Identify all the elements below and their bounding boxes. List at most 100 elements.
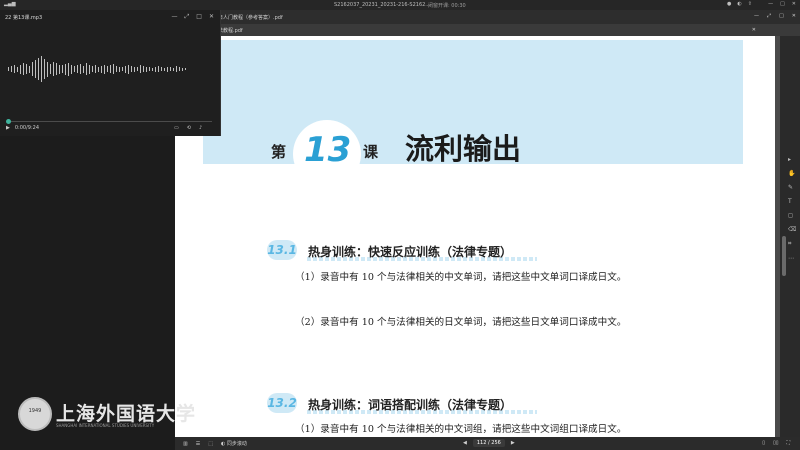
waveform-bar: [125, 65, 126, 73]
pdf-window-title: 日人门教程（参考答案）.pdf: [218, 15, 283, 21]
prev-page-icon[interactable]: ◀: [463, 440, 467, 446]
fit-page-icon[interactable]: ⬚: [208, 441, 213, 447]
double-page-icon[interactable]: ▯▯: [773, 440, 779, 446]
pdf-minimize-button[interactable]: —: [754, 13, 759, 19]
document-viewport[interactable]: 第 13 课 流利输出 13.1 热身训练：快速反应训练（法律专题） （1）录音…: [175, 36, 780, 437]
highlight-tool-icon[interactable]: ✎: [788, 184, 796, 191]
audio-player-window: 22 第13课.mp3 — ⤢ □ ✕ ▶ 0:00/9:24 ▭ ⟲ ♪: [0, 10, 221, 136]
section-number: 13.2: [267, 396, 297, 410]
crop-tool-icon[interactable]: ⌗: [788, 240, 796, 248]
sync-scroll-toggle[interactable]: ◐ 同步滚动: [221, 440, 247, 447]
waveform-bar: [59, 64, 60, 74]
player-minimize-button[interactable]: —: [171, 13, 177, 21]
single-page-icon[interactable]: ▯: [762, 440, 765, 446]
subtitle-icon[interactable]: ▭: [174, 125, 179, 131]
minimize-button[interactable]: —: [768, 1, 773, 7]
more-tools-icon[interactable]: ⋯: [788, 255, 796, 262]
pdf-status-bar: ▥ ☰ ⬚ ◐ 同步滚动 ◀ 112 / 256 ▶ ▯ ▯▯ ⛶: [175, 437, 800, 450]
close-button[interactable]: ✕: [792, 1, 796, 7]
audio-progress-knob[interactable]: [6, 119, 11, 124]
select-tool-icon[interactable]: ▸: [788, 156, 796, 163]
waveform-bar: [29, 65, 30, 73]
instruction-line: （1）录音中有 10 个与法律相关的中文词组，请把这些中文词组口译成日文。: [295, 424, 627, 435]
waveform-bar: [167, 66, 168, 72]
waveform-bar: [50, 64, 51, 74]
waveform-bar: [14, 65, 15, 73]
text-tool-icon[interactable]: T: [788, 198, 796, 205]
lesson-title: 流利输出: [405, 132, 522, 166]
right-toolbar: ▸ ✋ ✎ T ◻ ⌫ ⌗ ⋯: [780, 36, 800, 437]
university-name-en: SHANGHAI INTERNATIONAL STUDIES UNIVERSIT…: [56, 423, 155, 428]
waveform-bar: [149, 67, 150, 71]
inner-close-button[interactable]: ✕: [752, 27, 756, 33]
play-button[interactable]: ▶: [6, 125, 10, 131]
page-list-icon[interactable]: ☰: [196, 441, 200, 447]
waveform-bar: [38, 58, 39, 80]
waveform-bar: [161, 67, 162, 71]
pdf-window-titlebar: 日人门教程（参考答案）.pdf — ⤢ □ ✕: [175, 10, 800, 24]
waveform-bar: [41, 56, 42, 82]
waveform-bar: [11, 66, 12, 72]
mic-icon[interactable]: ●: [727, 1, 731, 7]
audio-waveform: [8, 54, 186, 84]
waveform-bar: [56, 63, 57, 75]
next-page-icon[interactable]: ▶: [511, 440, 515, 446]
waveform-bar: [182, 67, 183, 71]
waveform-bar: [98, 66, 99, 72]
signal-icon: ▂▄▆: [4, 1, 16, 7]
fullscreen-icon[interactable]: ⛶: [786, 440, 790, 446]
scrollbar-thumb[interactable]: [782, 236, 786, 276]
player-close-button[interactable]: ✕: [209, 13, 214, 21]
audio-time: 0:00/9:24: [14, 125, 39, 131]
share-icon[interactable]: ⇪: [748, 1, 752, 7]
system-title-bar: ▂▄▆ S2162037_20231_20231-216-S2162... 闭窗…: [0, 0, 800, 10]
eraser-tool-icon[interactable]: ⌫: [788, 226, 796, 233]
waveform-bar: [32, 62, 33, 76]
audio-progress-bar[interactable]: [6, 119, 212, 124]
waveform-bar: [35, 60, 36, 78]
waveform-bar: [119, 66, 120, 72]
waveform-bar: [143, 66, 144, 72]
waveform-bar: [146, 66, 147, 72]
maximize-button[interactable]: □: [780, 1, 785, 7]
waveform-bar: [128, 64, 129, 74]
player-expand-button[interactable]: ⤢: [184, 13, 189, 21]
waveform-bar: [20, 64, 21, 74]
pdf-inner-titlebar: 法教程.pdf ✕: [175, 24, 800, 36]
sidebar-toggle-icon[interactable]: ▥: [183, 441, 188, 447]
university-watermark: 1949 上海外国语大学 SHANGHAI INTERNATIONAL STUD…: [12, 395, 195, 433]
player-maximize-button[interactable]: □: [196, 13, 202, 21]
waveform-bar: [107, 66, 108, 72]
instruction-line: （2）录音中有 10 个与法律相关的日文单词，请把这些日文单词口译成中文。: [295, 317, 627, 328]
waveform-bar: [116, 66, 117, 72]
waveform-bar: [152, 67, 153, 71]
volume-icon[interactable]: ♪: [199, 125, 202, 131]
pdf-page: 第 13 课 流利输出 13.1 热身训练：快速反应训练（法律专题） （1）录音…: [175, 36, 775, 437]
audio-file-name: 22 第13课.mp3: [5, 15, 43, 21]
shape-tool-icon[interactable]: ◻: [788, 212, 796, 219]
pdf-restore-button[interactable]: ⤢: [767, 13, 771, 19]
sync-scroll-label: 同步滚动: [226, 441, 247, 447]
waveform-bar: [110, 65, 111, 73]
waveform-bar: [176, 66, 177, 72]
section-number: 13.1: [267, 243, 297, 257]
section-title: 热身训练：快速反应训练（法律专题）: [308, 245, 513, 259]
pdf-inner-title: 法教程.pdf: [218, 28, 243, 34]
waveform-bar: [44, 59, 45, 79]
section-number-badge: 13.2: [267, 393, 297, 413]
waveform-bar: [77, 65, 78, 73]
waveform-bar: [80, 64, 81, 74]
pdf-close-button[interactable]: ✕: [792, 13, 796, 19]
pdf-maximize-button[interactable]: □: [779, 13, 784, 19]
university-seal: 1949: [18, 397, 52, 431]
page-indicator[interactable]: 112 / 256: [472, 439, 505, 447]
section-number-badge: 13.1: [267, 240, 297, 260]
speaker-icon[interactable]: ◐: [737, 1, 741, 7]
waveform-bar: [101, 65, 102, 73]
waveform-bar: [173, 67, 174, 71]
loop-icon[interactable]: ⟲: [187, 125, 191, 131]
waveform-bar: [158, 66, 159, 72]
lesson-number: 13: [304, 130, 352, 170]
waveform-bar: [89, 64, 90, 74]
hand-tool-icon[interactable]: ✋: [788, 170, 796, 177]
